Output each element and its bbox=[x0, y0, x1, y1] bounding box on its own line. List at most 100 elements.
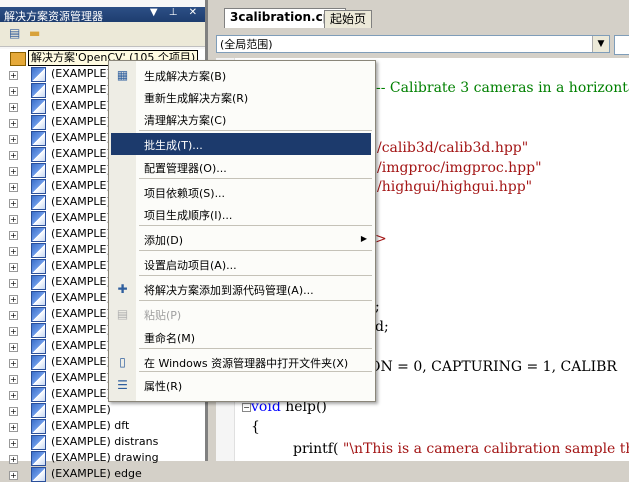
project-label: (EXAMPLE) bbox=[51, 259, 111, 272]
code-token: d; bbox=[375, 319, 389, 335]
properties-icon: ☰ bbox=[117, 378, 128, 392]
expand-icon[interactable]: + bbox=[9, 263, 18, 272]
menu-item-label: 重命名(M) bbox=[144, 332, 196, 345]
build-icon: ▦ bbox=[116, 68, 129, 82]
cpp-project-icon bbox=[31, 307, 46, 322]
cpp-project-icon bbox=[31, 67, 46, 82]
cpp-project-icon bbox=[31, 467, 46, 482]
project-label: (EXAMPLE) bbox=[51, 403, 111, 416]
pane-buttons[interactable]: ▼ ⊥ ✕ bbox=[150, 7, 201, 18]
code-token: -- Calibrate 3 cameras in a horizontal l… bbox=[376, 80, 629, 96]
member-dropdown[interactable] bbox=[614, 35, 629, 55]
menu-item[interactable]: 重命名(M) bbox=[109, 326, 375, 348]
expand-icon[interactable]: + bbox=[9, 423, 18, 432]
code-line: d; bbox=[375, 319, 389, 335]
expand-icon[interactable]: + bbox=[9, 167, 18, 176]
expand-icon[interactable]: + bbox=[9, 327, 18, 336]
cpp-project-icon bbox=[31, 115, 46, 130]
menu-separator bbox=[139, 178, 372, 179]
expand-icon[interactable]: + bbox=[9, 119, 18, 128]
project-label: (EXAMPLE) bbox=[51, 323, 111, 336]
menu-separator bbox=[139, 300, 372, 301]
show-all-files-icon[interactable]: ▬ bbox=[29, 27, 43, 39]
cpp-project-icon bbox=[31, 451, 46, 466]
expand-icon[interactable]: + bbox=[9, 343, 18, 352]
expand-icon[interactable]: + bbox=[9, 135, 18, 144]
cpp-project-icon bbox=[31, 323, 46, 338]
menu-item[interactable]: 批生成(T)... bbox=[111, 133, 371, 155]
code-line: /imgproc/imgproc.hpp" bbox=[377, 160, 542, 176]
code-line: -- Calibrate 3 cameras in a horizontal l… bbox=[376, 80, 629, 96]
expand-icon[interactable]: + bbox=[9, 199, 18, 208]
menu-item[interactable]: 添加(D) ▶ bbox=[109, 228, 375, 250]
code-token: /calib3d/calib3d.hpp" bbox=[377, 140, 529, 156]
code-line: printf( "\nThis is a camera calibration … bbox=[293, 441, 629, 457]
solution-icon bbox=[10, 52, 26, 66]
expand-icon[interactable]: + bbox=[9, 231, 18, 240]
project-item[interactable]: + (EXAMPLE) edge bbox=[0, 466, 205, 482]
menu-separator bbox=[139, 250, 372, 251]
project-item[interactable]: + (EXAMPLE) bbox=[0, 402, 205, 418]
project-label: (EXAMPLE) bbox=[51, 275, 111, 288]
expand-icon[interactable]: + bbox=[9, 391, 18, 400]
code-token: ON = 0, CAPTURING = 1, CALIBR bbox=[369, 359, 617, 375]
menu-item-label: 配置管理器(O)... bbox=[144, 162, 227, 175]
project-item[interactable]: + (EXAMPLE) dft bbox=[0, 418, 205, 434]
project-label: (EXAMPLE) bbox=[51, 163, 111, 176]
menu-item[interactable]: ▯ 在 Windows 资源管理器中打开文件夹(X) bbox=[109, 351, 375, 373]
expand-icon[interactable]: + bbox=[9, 151, 18, 160]
menu-item[interactable]: 配置管理器(O)... bbox=[109, 156, 375, 178]
cpp-project-icon bbox=[31, 99, 46, 114]
project-label: (EXAMPLE) bbox=[51, 195, 111, 208]
menu-item-label: 添加(D) bbox=[144, 234, 184, 247]
project-label: (EXAMPLE) bbox=[51, 67, 111, 80]
expand-icon[interactable]: + bbox=[9, 455, 18, 464]
cpp-project-icon bbox=[31, 147, 46, 162]
code-line: ON = 0, CAPTURING = 1, CALIBR bbox=[369, 359, 617, 375]
expand-icon[interactable]: + bbox=[9, 407, 18, 416]
expand-icon[interactable]: + bbox=[9, 439, 18, 448]
menu-item[interactable]: 项目生成顺序(I)... bbox=[109, 203, 375, 225]
expand-icon[interactable]: + bbox=[9, 247, 18, 256]
menu-item[interactable]: ☰ 属性(R) bbox=[109, 374, 375, 396]
code-line: { bbox=[251, 419, 260, 435]
menu-item[interactable]: 重新生成解决方案(R) bbox=[109, 86, 375, 108]
menu-separator bbox=[139, 225, 372, 226]
expand-icon[interactable]: + bbox=[9, 359, 18, 368]
properties-icon[interactable]: ▤ bbox=[9, 27, 23, 39]
expand-icon[interactable]: + bbox=[9, 215, 18, 224]
tab-start-page[interactable]: 起始页 bbox=[324, 10, 373, 28]
cpp-project-icon bbox=[31, 435, 46, 450]
menu-item[interactable]: 项目依赖项(S)... bbox=[109, 181, 375, 203]
project-label: (EXAMPLE) dft bbox=[51, 419, 130, 432]
menu-item[interactable]: 清理解决方案(C) bbox=[109, 108, 375, 130]
document-tabs: 3calibration.cpp 起始页 bbox=[208, 8, 629, 28]
expand-icon[interactable]: + bbox=[9, 71, 18, 80]
cpp-project-icon bbox=[31, 227, 46, 242]
menu-item[interactable]: 设置启动项目(A)... bbox=[109, 253, 375, 275]
expand-icon[interactable]: + bbox=[9, 103, 18, 112]
project-label: (EXAMPLE) bbox=[51, 211, 111, 224]
scope-dropdown[interactable]: (全局范围) ▼ bbox=[216, 35, 610, 53]
expand-icon[interactable]: + bbox=[9, 471, 18, 480]
cpp-project-icon bbox=[31, 131, 46, 146]
expand-icon[interactable]: + bbox=[9, 87, 18, 96]
expand-icon[interactable]: + bbox=[9, 279, 18, 288]
paste-icon: ▤ bbox=[116, 307, 129, 321]
project-item[interactable]: + (EXAMPLE) distrans bbox=[0, 434, 205, 450]
expand-icon[interactable]: + bbox=[9, 183, 18, 192]
expand-icon[interactable]: + bbox=[9, 295, 18, 304]
code-token: printf( bbox=[293, 441, 343, 457]
menu-separator bbox=[139, 275, 372, 276]
menu-item[interactable]: ✚ 将解决方案添加到源代码管理(A)... bbox=[109, 278, 375, 300]
expand-icon[interactable]: + bbox=[9, 311, 18, 320]
expand-icon[interactable]: + bbox=[9, 375, 18, 384]
project-label: (EXAMPLE) bbox=[51, 243, 111, 256]
cpp-project-icon bbox=[31, 275, 46, 290]
chevron-down-icon[interactable]: ▼ bbox=[592, 36, 609, 52]
menu-item-label: 项目生成顺序(I)... bbox=[144, 209, 233, 222]
menu-item[interactable]: ▦ 生成解决方案(B) bbox=[109, 64, 375, 86]
fold-toggle-icon[interactable]: − bbox=[242, 403, 251, 412]
project-label: (EXAMPLE) bbox=[51, 131, 111, 144]
project-item[interactable]: + (EXAMPLE) drawing bbox=[0, 450, 205, 466]
